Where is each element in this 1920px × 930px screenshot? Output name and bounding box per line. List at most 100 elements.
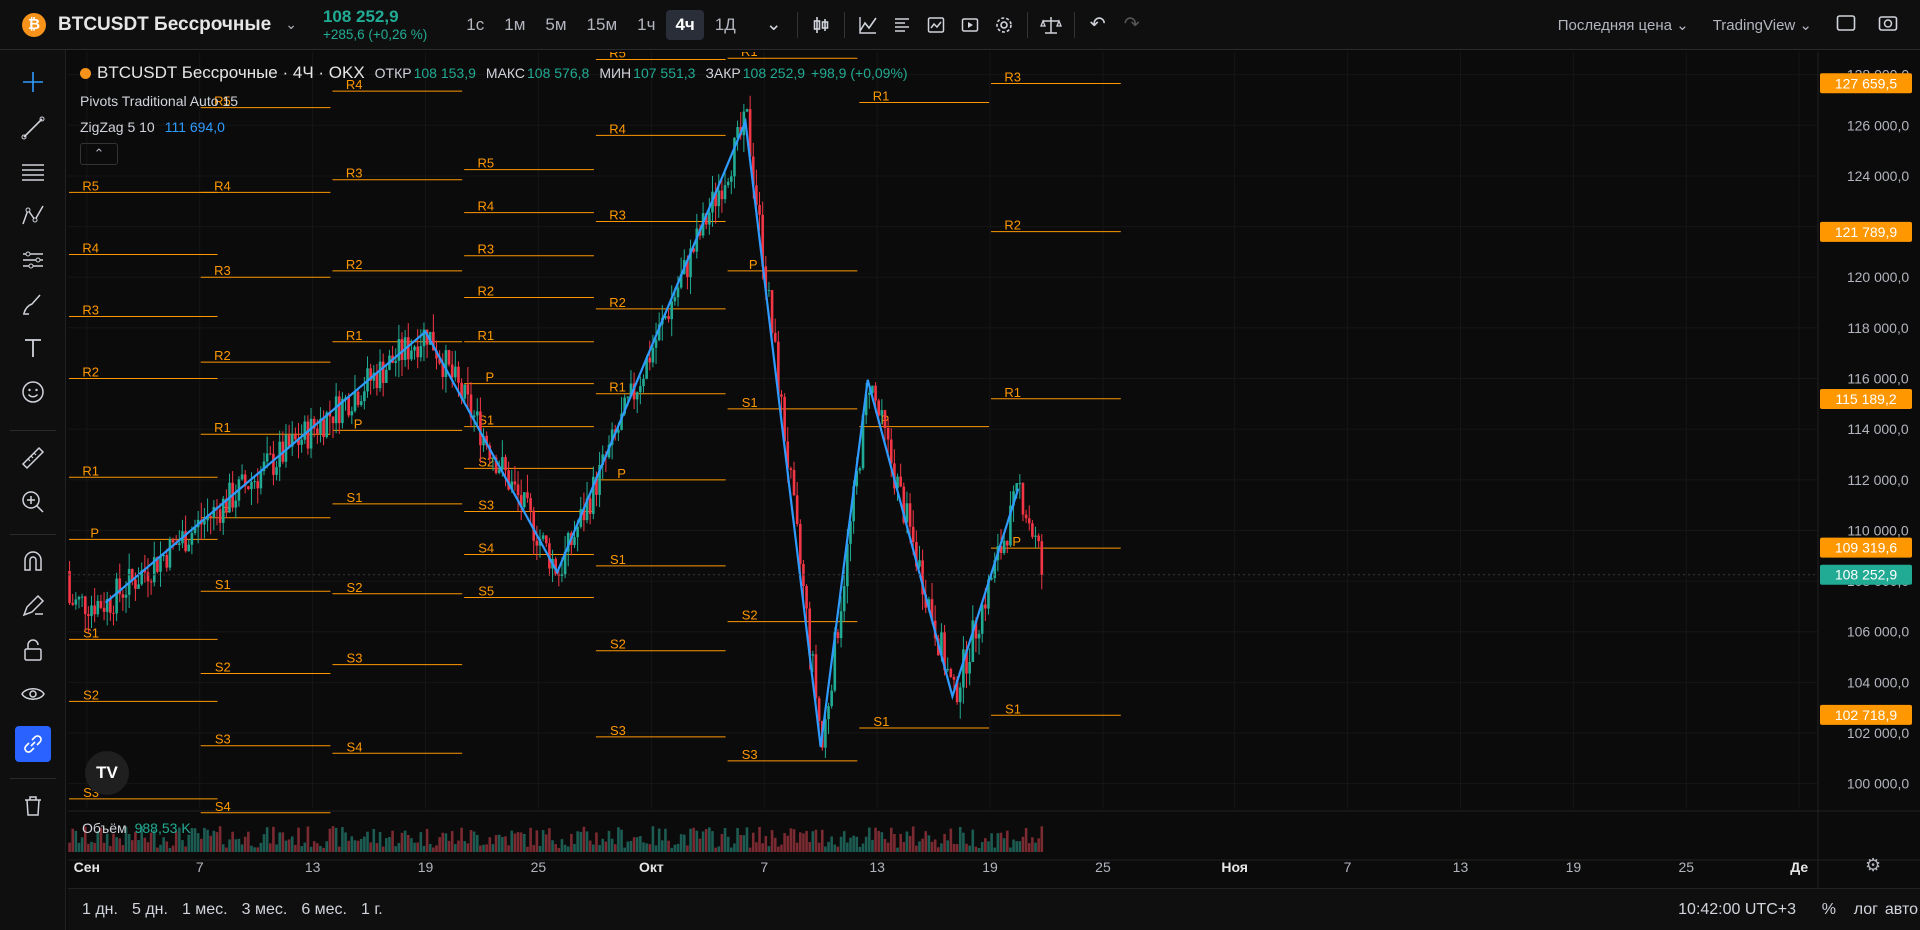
range-1y[interactable]: 1 г.: [361, 901, 383, 919]
pattern-icon[interactable]: [15, 198, 51, 234]
timeframe-1m[interactable]: 1м: [495, 10, 534, 40]
candle-body: [977, 633, 981, 639]
log-scale-toggle[interactable]: лог: [1854, 901, 1878, 919]
screenshot-icon[interactable]: [1878, 14, 1898, 37]
timeframe-1s[interactable]: 1с: [457, 10, 493, 40]
candle-body: [96, 600, 100, 615]
fullscreen-icon[interactable]: [1836, 14, 1856, 37]
candle-body: [513, 481, 517, 485]
candles-icon[interactable]: [804, 10, 838, 40]
volume-bar: [347, 840, 350, 852]
indicators-icon[interactable]: [851, 10, 885, 40]
pivot-level-label: R3: [214, 263, 231, 278]
volume-bar: [908, 836, 912, 852]
volume-bar: [695, 830, 699, 852]
range-3m[interactable]: 3 мес.: [242, 901, 288, 919]
link-icon[interactable]: [15, 726, 51, 762]
volume-bar: [767, 846, 771, 852]
volume-bar: [864, 836, 868, 852]
volume-bar: [664, 828, 667, 852]
candle-body: [444, 350, 448, 378]
volume-bar: [758, 826, 761, 852]
time-axis-settings-icon[interactable]: ⚙: [1865, 855, 1881, 876]
pivot-level-label: R4: [214, 178, 231, 193]
zoom-in-icon[interactable]: [15, 484, 51, 520]
candle-body: [720, 190, 724, 200]
symbol-search-button[interactable]: BTCUSDT Бессрочные: [58, 14, 271, 36]
timeframe-15m[interactable]: 15м: [578, 10, 627, 40]
range-1d[interactable]: 1 дн.: [82, 901, 118, 919]
trash-icon[interactable]: [15, 788, 51, 824]
range-6m[interactable]: 6 мес.: [301, 901, 347, 919]
auto-scale-toggle[interactable]: авто: [1885, 901, 1918, 919]
pivot-level-label: R2: [82, 365, 99, 380]
price-type-dropdown[interactable]: Последняя цена ⌄: [1558, 16, 1689, 34]
magnet-icon[interactable]: [15, 544, 51, 580]
volume-bar: [943, 833, 946, 852]
timeframe-1h[interactable]: 1ч: [628, 10, 664, 40]
replay-icon[interactable]: [953, 10, 987, 40]
candle-body: [839, 611, 843, 639]
volume-bar: [889, 827, 893, 852]
volume-bar: [297, 827, 300, 852]
chevron-down-icon[interactable]: ⌄: [285, 16, 297, 33]
compare-scales-icon[interactable]: [1034, 10, 1068, 40]
volume-bar: [262, 834, 266, 852]
candle-body: [90, 605, 93, 617]
volume-bar: [786, 835, 790, 852]
pivot-level-label: R3: [82, 302, 99, 317]
candle-body: [218, 509, 222, 523]
alert-icon[interactable]: [919, 10, 953, 40]
legend-title[interactable]: BTCUSDT Бессрочные · 4Ч · OKX: [97, 63, 365, 83]
price-chart[interactable]: R5 R4 R3 R2 R1 P S1 S2 S3 R5 R4 R3 R2 R1 P S1 S2 S3 S4 R4 R3…: [68, 52, 1920, 930]
timeframe-4h[interactable]: 4ч: [666, 9, 704, 40]
volume-bar: [893, 833, 896, 852]
candle-body: [911, 526, 915, 543]
settings-gear-icon[interactable]: [987, 10, 1021, 40]
range-1m[interactable]: 1 мес.: [182, 901, 228, 919]
candle-body: [958, 687, 962, 703]
undo-icon[interactable]: ↶: [1081, 10, 1115, 40]
candle-body: [457, 366, 460, 383]
volume-bar: [428, 843, 432, 852]
pivots-indicator-label[interactable]: Pivots Traditional Auto 15: [80, 93, 908, 109]
provider-dropdown[interactable]: TradingView ⌄: [1713, 16, 1812, 34]
timeframe-5m[interactable]: 5м: [536, 10, 575, 40]
templates-icon[interactable]: [885, 10, 919, 40]
volume-bar: [510, 830, 514, 852]
prediction-icon[interactable]: [15, 242, 51, 278]
fib-retracement-icon[interactable]: [15, 154, 51, 190]
redo-icon[interactable]: ↷: [1115, 10, 1149, 40]
stay-drawing-icon[interactable]: [15, 588, 51, 624]
volume-bar: [309, 846, 313, 852]
emoji-icon[interactable]: [15, 374, 51, 410]
candle-body: [331, 416, 335, 424]
pivot-level-label: S2: [83, 687, 99, 702]
candle-body: [842, 586, 846, 612]
legend-collapse-button[interactable]: ⌃: [80, 143, 118, 165]
text-icon[interactable]: [15, 330, 51, 366]
eye-icon[interactable]: [15, 676, 51, 712]
volume-bar: [604, 841, 608, 852]
crosshair-icon[interactable]: [15, 64, 51, 100]
timezone-clock[interactable]: 10:42:00 UTC+3: [1678, 901, 1796, 919]
zigzag-indicator-row[interactable]: ZigZag 5 10 111 694,0: [80, 119, 908, 135]
timeframe-dropdown-icon[interactable]: ⌄: [757, 10, 791, 40]
timeframe-1d[interactable]: 1Д: [706, 10, 745, 40]
candle-body: [410, 350, 413, 360]
percent-scale-toggle[interactable]: %: [1822, 901, 1836, 919]
lock-icon[interactable]: [15, 632, 51, 668]
tradingview-logo[interactable]: TV: [85, 751, 129, 795]
pivot-level-label: R1: [741, 52, 758, 59]
range-5d[interactable]: 5 дн.: [132, 901, 168, 919]
trend-line-icon[interactable]: [15, 110, 51, 146]
ruler-icon[interactable]: [15, 440, 51, 476]
volume-bar: [294, 844, 297, 852]
volume-bar: [958, 826, 962, 852]
candle-body: [1018, 483, 1022, 485]
candle-body: [526, 492, 529, 499]
brush-icon[interactable]: [15, 286, 51, 322]
candle-body: [99, 600, 103, 608]
candle-body: [347, 397, 350, 416]
volume-legend: Объём 988,53 K: [82, 820, 191, 836]
